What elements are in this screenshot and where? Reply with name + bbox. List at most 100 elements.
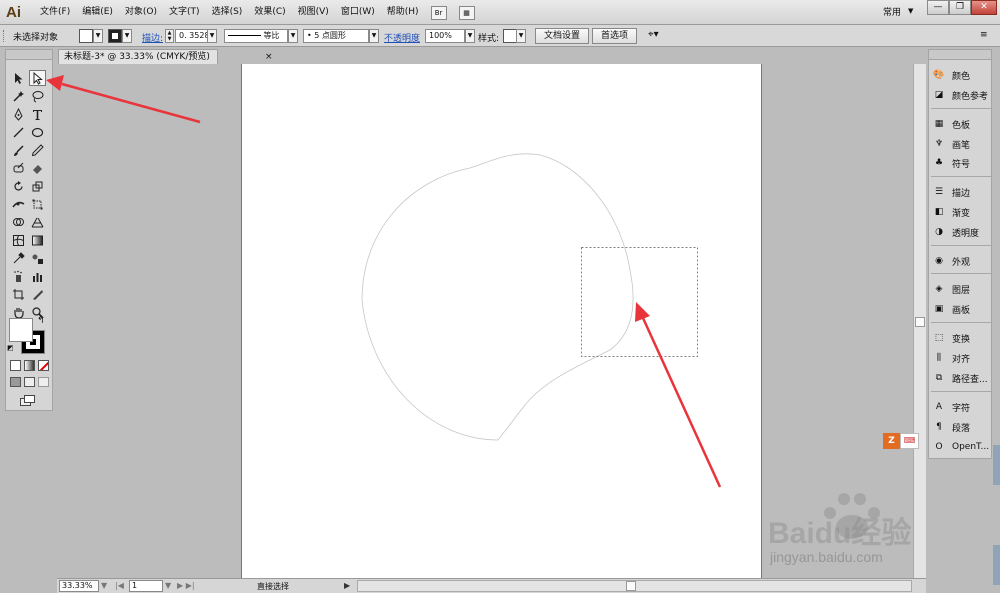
profile-dropdown[interactable]: ▼ — [288, 29, 298, 43]
status-menu-arrow[interactable]: ▶ — [344, 581, 350, 590]
first-page-icon[interactable]: |◀ — [115, 581, 124, 590]
panel-swatches[interactable]: ▦ 色板 — [932, 115, 992, 133]
next-page-icon[interactable]: ▶ ▶| — [177, 581, 195, 590]
perspective-grid-tool[interactable] — [29, 214, 46, 230]
paintbrush-tool[interactable] — [10, 142, 27, 158]
arrange-icon[interactable]: ⌖▾ — [648, 29, 659, 40]
arrange-documents-button[interactable]: ▦ — [458, 5, 475, 20]
panel-opentype[interactable]: O OpenT... — [932, 438, 992, 456]
menu-window[interactable]: 窗口(W) — [335, 0, 381, 25]
swap-colors-icon[interactable]: ↰ — [37, 316, 45, 326]
tools-panel-header[interactable] — [6, 50, 52, 60]
stroke-weight-spinner[interactable]: ▲ ▼ — [165, 29, 174, 43]
document-setup-button[interactable]: 文档设置 — [535, 28, 590, 44]
scale-tool[interactable] — [29, 178, 46, 194]
page-number-field[interactable]: 1 — [129, 580, 163, 592]
column-graph-tool[interactable] — [29, 268, 46, 284]
panel-transparency[interactable]: ◑ 透明度 — [932, 223, 992, 241]
menu-help[interactable]: 帮助(H) — [381, 0, 425, 25]
menu-type[interactable]: 文字(T) — [163, 0, 206, 25]
fill-swatch[interactable] — [79, 29, 93, 43]
blob-brush-tool[interactable] — [10, 160, 27, 176]
none-mode-icon[interactable] — [38, 360, 49, 371]
pen-tool[interactable] — [10, 106, 27, 122]
color-mode-icon[interactable] — [10, 360, 21, 371]
gradient-tool[interactable] — [29, 232, 46, 248]
default-colors-icon[interactable]: ◩ — [7, 344, 14, 352]
stroke-link[interactable]: 描边: — [142, 31, 163, 44]
ellipse-tool[interactable] — [29, 124, 46, 140]
panel-symbols[interactable]: ♣ 符号 — [932, 154, 992, 172]
rotate-tool[interactable] — [10, 178, 27, 194]
menu-file[interactable]: 文件(F) — [34, 0, 76, 25]
fill-color-front[interactable] — [9, 318, 33, 342]
workspace-switcher[interactable]: 常用 — [883, 5, 901, 18]
draw-inside-icon[interactable] — [38, 377, 49, 387]
panel-color-guide[interactable]: ◪ 颜色参考 — [932, 86, 992, 104]
grip-handle[interactable] — [3, 30, 6, 42]
menu-select[interactable]: 选择(S) — [206, 0, 249, 25]
mesh-tool[interactable] — [10, 232, 27, 248]
magic-wand-tool[interactable] — [10, 88, 27, 104]
horizontal-scrollbar[interactable] — [357, 580, 912, 592]
zoom-dropdown[interactable]: ▼ — [101, 581, 107, 590]
panel-transform[interactable]: ⬚ 变换 — [932, 329, 992, 347]
panel-brushes[interactable]: ♆ 画笔 — [932, 135, 992, 153]
panel-paragraph[interactable]: ¶ 段落 — [932, 418, 992, 436]
close-button[interactable]: ✕ — [971, 0, 997, 15]
artboard-canvas[interactable] — [241, 64, 762, 578]
opacity-field[interactable]: 100% — [425, 29, 465, 43]
variable-width-profile[interactable]: 等比 — [224, 29, 288, 43]
opacity-link[interactable]: 不透明度 — [384, 31, 420, 44]
horizontal-scroll-thumb[interactable] — [626, 581, 636, 591]
control-menu-icon[interactable]: ≡ — [980, 30, 988, 40]
free-transform-tool[interactable] — [29, 196, 46, 212]
menu-effect[interactable]: 效果(C) — [248, 0, 291, 25]
panel-pathfinder[interactable]: ⧉ 路径查... — [932, 369, 992, 387]
draw-normal-icon[interactable] — [10, 377, 21, 387]
screen-mode-icon[interactable] — [20, 395, 36, 406]
panel-stroke[interactable]: ☰ 描边 — [932, 183, 992, 201]
page-dropdown[interactable]: ▼ — [165, 581, 171, 590]
chevron-down-icon[interactable]: ▼ — [908, 7, 913, 15]
style-dropdown[interactable]: ▼ — [516, 29, 526, 43]
panel-color[interactable]: 🎨 颜色 — [932, 66, 992, 84]
slice-tool[interactable] — [29, 286, 46, 302]
panel-gradient[interactable]: ◧ 渐变 — [932, 203, 992, 221]
selection-tool[interactable] — [10, 70, 27, 86]
brush-dropdown[interactable]: ▼ — [369, 29, 379, 43]
stroke-swatch[interactable] — [108, 29, 122, 43]
line-segment-tool[interactable] — [10, 124, 27, 140]
direct-selection-tool[interactable] — [29, 70, 46, 86]
zoom-level-field[interactable]: 33.33% — [59, 580, 99, 592]
blend-tool[interactable] — [29, 250, 46, 266]
stroke-dropdown[interactable]: ▼ — [122, 29, 132, 43]
panels-dock-header[interactable] — [929, 50, 991, 60]
shape-builder-tool[interactable] — [10, 214, 27, 230]
eraser-tool[interactable] — [29, 160, 46, 176]
panel-align[interactable]: ⫼ 对齐 — [932, 349, 992, 367]
panel-character[interactable]: A 字符 — [932, 398, 992, 416]
close-document-icon[interactable]: × — [265, 50, 273, 64]
minimize-button[interactable]: — — [927, 0, 949, 15]
draw-behind-icon[interactable] — [24, 377, 35, 387]
fill-dropdown[interactable]: ▼ — [93, 29, 103, 43]
artboard-tool[interactable] — [10, 286, 27, 302]
panel-artboards[interactable]: ▣ 画板 — [932, 300, 992, 318]
style-swatch[interactable] — [503, 29, 517, 43]
lasso-tool[interactable] — [29, 88, 46, 104]
ime-indicator[interactable]: Z ⌨ — [883, 433, 919, 449]
document-tab[interactable]: 未标题-3* @ 33.33% (CMYK/预览) × — [58, 49, 273, 64]
preferences-button[interactable]: 首选项 — [592, 28, 638, 44]
panel-layers[interactable]: ◈ 图层 — [932, 280, 992, 298]
menu-view[interactable]: 视图(V) — [292, 0, 335, 25]
symbol-sprayer-tool[interactable] — [10, 268, 27, 284]
width-tool[interactable] — [10, 196, 27, 212]
brush-definition[interactable]: • 5 点圆形 — [303, 29, 369, 43]
bridge-button[interactable]: Br — [430, 5, 447, 20]
pencil-tool[interactable] — [29, 142, 46, 158]
panel-appearance[interactable]: ◉ 外观 — [932, 252, 992, 270]
menu-edit[interactable]: 编辑(E) — [76, 0, 119, 25]
vertical-scroll-thumb[interactable] — [915, 317, 925, 327]
gradient-mode-icon[interactable] — [24, 360, 35, 371]
